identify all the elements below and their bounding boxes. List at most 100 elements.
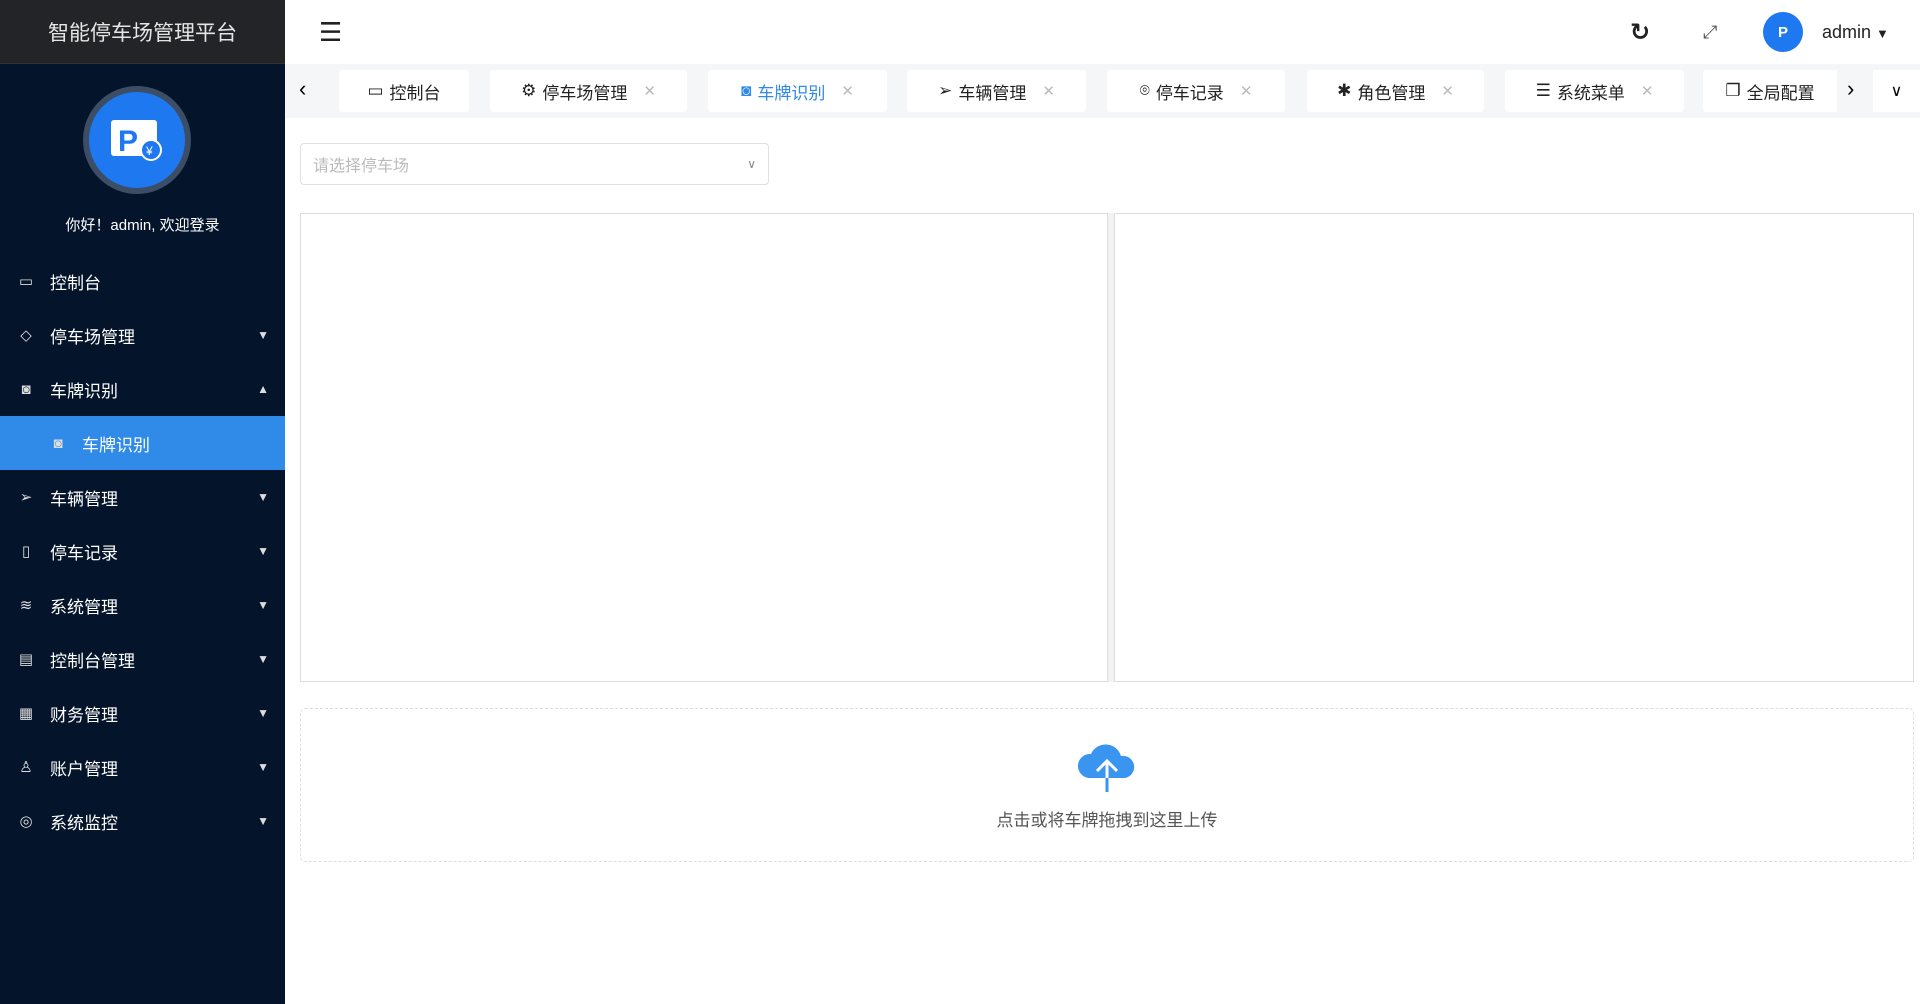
tab-label: 全局配置 xyxy=(1746,83,1815,103)
sidebar-item-dashboard[interactable]: ▭ 控制台 xyxy=(0,254,285,308)
palm-icon: ✱ xyxy=(1337,81,1352,100)
apps-icon: ▦ xyxy=(18,705,34,722)
sidebar-menu: ▭ 控制台 ◇ 停车场管理 ▼ ◙ 车牌识别 ▲ ◙ 车牌识别 ➢ 车辆管理 ▼ ▯ 停车记录 ▼ … xyxy=(0,254,285,848)
tab-label: 系统菜单 xyxy=(1556,83,1625,103)
tabs-scroll-right[interactable]: › xyxy=(1847,76,1854,102)
chevron-down-icon: ∨ xyxy=(747,157,756,171)
sidebar-item-finance[interactable]: ▦ 财务管理 ▼ xyxy=(0,686,285,740)
cloud-upload-icon xyxy=(1077,743,1135,792)
camera-icon: ◙ xyxy=(53,434,63,452)
caret-down-icon: ▼ xyxy=(257,598,269,612)
user-icon: ♙ xyxy=(19,759,33,776)
caret-down-icon: ▼ xyxy=(1876,25,1889,41)
user-menu[interactable]: admin ▼ xyxy=(1822,22,1889,43)
menu-icon: ☰ xyxy=(1535,81,1551,100)
avatar: P ¥ xyxy=(83,86,191,194)
sidebar-item-label: 系统管理 xyxy=(50,597,118,617)
location-icon: ⌾ xyxy=(1139,81,1150,100)
sidebar-item-dashboard-mgmt[interactable]: ▤ 控制台管理 ▼ xyxy=(0,632,285,686)
sidebar-item-system[interactable]: ≋ 系统管理 ▼ xyxy=(0,578,285,632)
tabs-dropdown[interactable]: ∨ xyxy=(1873,70,1920,112)
camera-icon: ◙ xyxy=(21,380,31,398)
select-placeholder: 请选择停车场 xyxy=(313,158,410,175)
app-title: 智能停车场管理平台 xyxy=(0,0,285,64)
monitor-icon: ▭ xyxy=(367,81,384,100)
top-header: ☰ ↻ ⤢ P admin ▼ xyxy=(285,0,1920,64)
tab-roles[interactable]: ✱ 角色管理 ✕ xyxy=(1307,70,1484,112)
sidebar-item-parking[interactable]: ◇ 停车场管理 ▼ xyxy=(0,308,285,362)
close-icon[interactable]: ✕ xyxy=(1441,82,1454,100)
clipboard-icon: ▤ xyxy=(18,651,34,668)
tab-label: 停车场管理 xyxy=(542,83,628,103)
sidebar-item-label: 车辆管理 xyxy=(50,489,118,509)
caret-down-icon: ▼ xyxy=(257,544,269,558)
caret-down-icon: ▼ xyxy=(257,490,269,504)
tab-records[interactable]: ⌾ 停车记录 ✕ xyxy=(1107,70,1285,112)
tab-label: 控制台 xyxy=(389,83,441,103)
camera-icon: ◎ xyxy=(19,813,33,830)
caret-down-icon: ▼ xyxy=(257,328,269,342)
copy-icon: ❐ xyxy=(1725,81,1741,100)
sidebar-item-label: 控制台 xyxy=(50,273,101,293)
upload-dropzone[interactable]: 点击或将车牌拖拽到这里上传 xyxy=(300,708,1914,862)
monitor-icon: ▭ xyxy=(18,273,34,290)
sidebar-item-label: 停车场管理 xyxy=(50,327,135,347)
sidebar-item-account[interactable]: ♙ 账户管理 ▼ xyxy=(0,740,285,794)
tab-plate-recognition[interactable]: ◙ 车牌识别 ✕ xyxy=(708,70,887,112)
diamond-icon: ◇ xyxy=(20,327,32,344)
menu-toggle-icon[interactable]: ☰ xyxy=(319,17,342,48)
send-icon: ➢ xyxy=(938,81,953,100)
sidebar-item-label: 系统监控 xyxy=(50,813,118,833)
sidebar-item-plate-recognition[interactable]: ◙ 车牌识别 ▲ xyxy=(0,362,285,416)
caret-down-icon: ▼ xyxy=(257,706,269,720)
tab-global-config[interactable]: ❐ 全局配置 xyxy=(1703,70,1837,112)
svg-text:¥: ¥ xyxy=(145,144,153,158)
sidebar: 智能停车场管理平台 P ¥ 你好！admin, 欢迎登录 ▭ 控制台 ◇ 停车场管理 ▼… xyxy=(0,0,285,1004)
tab-label: 车牌识别 xyxy=(757,83,826,103)
close-icon[interactable]: ✕ xyxy=(643,82,656,100)
fullscreen-icon[interactable]: ⤢ xyxy=(1703,22,1717,43)
username: admin xyxy=(1822,21,1872,42)
close-icon[interactable]: ✕ xyxy=(841,82,854,100)
caret-down-icon: ▼ xyxy=(257,814,269,828)
layers-icon: ≋ xyxy=(19,597,33,614)
tab-bar: ‹ ▭ 控制台 ⚙ 停车场管理 ✕ ◙ 车牌识别 ✕ ➢ 车辆管理 ✕ ⌾ 停车记录 ✕ ✱ 角色管… xyxy=(285,64,1920,118)
close-icon[interactable]: ✕ xyxy=(1641,82,1654,100)
tab-label: 停车记录 xyxy=(1155,83,1224,103)
sidebar-item-label: 控制台管理 xyxy=(50,651,135,671)
upload-hint: 点击或将车牌拖拽到这里上传 xyxy=(996,810,1218,830)
sidebar-item-records[interactable]: ▯ 停车记录 ▼ xyxy=(0,524,285,578)
gear-icon: ⚙ xyxy=(521,81,537,100)
sidebar-item-monitor[interactable]: ◎ 系统监控 ▼ xyxy=(0,794,285,848)
caret-up-icon: ▲ xyxy=(257,382,269,396)
sidebar-item-vehicles[interactable]: ➢ 车辆管理 ▼ xyxy=(0,470,285,524)
parking-logo-icon: P ¥ xyxy=(111,120,162,161)
result-panel xyxy=(1114,213,1914,682)
tab-parking[interactable]: ⚙ 停车场管理 ✕ xyxy=(490,70,687,112)
send-icon: ➢ xyxy=(19,489,33,506)
tab-label: 车辆管理 xyxy=(958,83,1027,103)
tab-label: 角色管理 xyxy=(1357,83,1426,103)
camera-icon: ◙ xyxy=(741,81,752,100)
greeting: 你好！admin, 欢迎登录 xyxy=(65,217,220,234)
caret-down-icon: ▼ xyxy=(257,760,269,774)
sidebar-item-label: 车牌识别 xyxy=(82,435,150,455)
tab-system-menu[interactable]: ☰ 系统菜单 ✕ xyxy=(1505,70,1684,112)
sidebar-item-label: 账户管理 xyxy=(50,759,118,779)
sidebar-item-label: 财务管理 xyxy=(50,705,118,725)
close-icon[interactable]: ✕ xyxy=(1042,82,1055,100)
refresh-icon[interactable]: ↻ xyxy=(1630,18,1650,47)
parking-lot-select[interactable]: 请选择停车场 ∨ xyxy=(300,143,769,185)
sidebar-item-label: 停车记录 xyxy=(50,543,118,563)
caret-down-icon: ▼ xyxy=(257,652,269,666)
tab-dashboard[interactable]: ▭ 控制台 xyxy=(339,70,469,112)
user-avatar[interactable]: P xyxy=(1763,12,1803,52)
tabs-scroll-left[interactable]: ‹ xyxy=(299,76,306,102)
tab-vehicles[interactable]: ➢ 车辆管理 ✕ xyxy=(907,70,1086,112)
sidebar-item-label: 车牌识别 xyxy=(50,381,118,401)
close-icon[interactable]: ✕ xyxy=(1240,82,1253,100)
original-image-panel xyxy=(300,213,1108,682)
sidebar-subitem-plate-recognition[interactable]: ◙ 车牌识别 xyxy=(0,416,285,470)
note-icon: ▯ xyxy=(21,543,31,560)
svg-text:P: P xyxy=(118,125,138,158)
